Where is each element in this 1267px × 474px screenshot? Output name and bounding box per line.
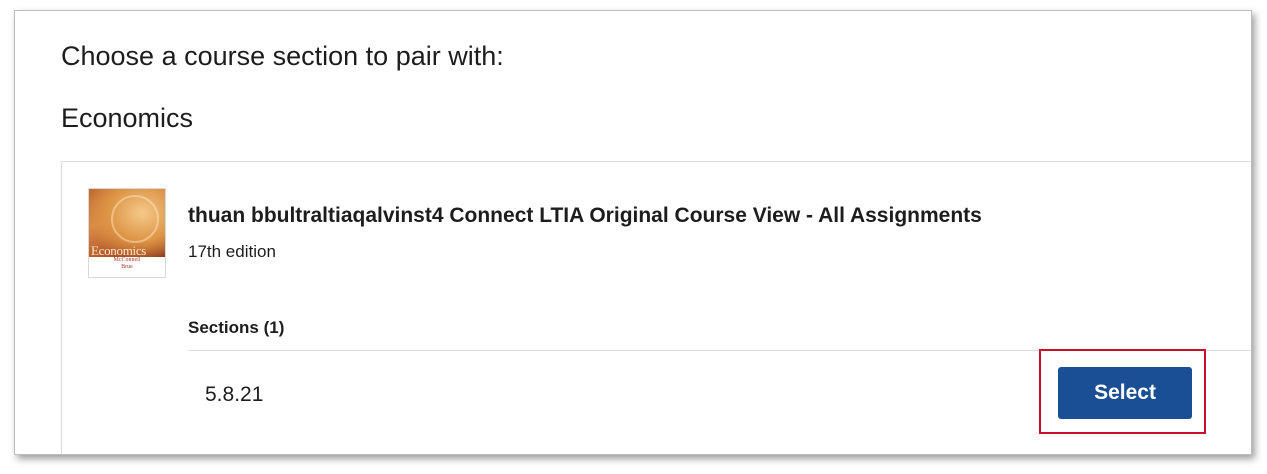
course-name: thuan bbultraltiaqalvinst4 Connect LTIA … [188, 204, 982, 227]
sections-heading: Sections (1) [188, 318, 285, 337]
subject-heading: Economics [61, 103, 194, 133]
book-cover-author-1: McConnell [113, 257, 141, 263]
section-name: 5.8.21 [205, 383, 264, 406]
section-row: 5.8.21 Select [188, 349, 1251, 441]
course-edition: 17th edition [188, 242, 276, 261]
book-cover-image: Economics McConnell Brue [88, 188, 166, 278]
page-title: Choose a course section to pair with: [61, 41, 504, 71]
book-cover-author-2: Brue [121, 264, 133, 270]
book-cover-authors: McConnell Brue [89, 257, 165, 271]
course-card: Economics McConnell Brue thuan bbultralt… [61, 161, 1251, 454]
select-section-button[interactable]: Select [1058, 367, 1192, 419]
pairing-dialog: Choose a course section to pair with: Ec… [14, 10, 1252, 455]
